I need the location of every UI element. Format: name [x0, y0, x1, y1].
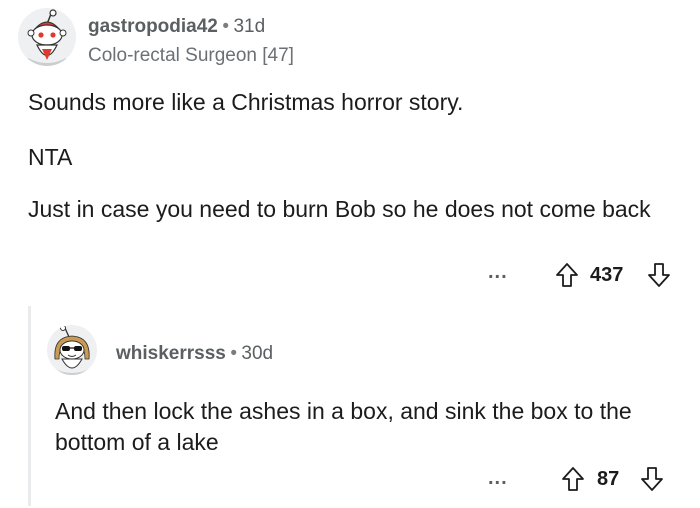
avatar-snoo-sunglasses-icon — [47, 325, 97, 375]
comment-username[interactable]: gastropodia42 — [88, 16, 218, 37]
downvote-button[interactable] — [640, 466, 664, 492]
thread-line[interactable] — [28, 306, 31, 506]
user-flair: Colo-rectal Surgeon [47] — [88, 45, 294, 66]
comment-paragraph: Just in case you need to burn Bob so he … — [28, 196, 651, 222]
comment-timestamp[interactable]: 31d — [233, 16, 265, 37]
more-options-button[interactable]: ... — [488, 261, 508, 284]
avatar[interactable] — [18, 8, 76, 66]
reply-timestamp[interactable]: 30d — [241, 343, 273, 364]
more-options-button[interactable]: ... — [488, 467, 508, 490]
vote-score: 87 — [597, 468, 620, 490]
meta-separator: • — [230, 343, 237, 364]
avatar-snoo-icon — [18, 8, 76, 66]
comment-paragraph: NTA — [28, 144, 73, 170]
upvote-icon — [556, 263, 578, 287]
upvote-icon — [562, 467, 584, 491]
downvote-icon — [648, 263, 670, 287]
vote-score: 437 — [590, 264, 624, 286]
comment-paragraph: Sounds more like a Christmas horror stor… — [28, 89, 464, 115]
reply-text: And then lock the ashes in a box, and si… — [55, 398, 632, 455]
meta-separator: • — [222, 16, 229, 37]
upvote-button[interactable] — [555, 262, 579, 288]
reply-username[interactable]: whiskerrsss — [116, 343, 226, 364]
downvote-icon — [641, 467, 663, 491]
downvote-button[interactable] — [647, 262, 671, 288]
upvote-button[interactable] — [561, 466, 585, 492]
avatar[interactable] — [47, 325, 97, 375]
